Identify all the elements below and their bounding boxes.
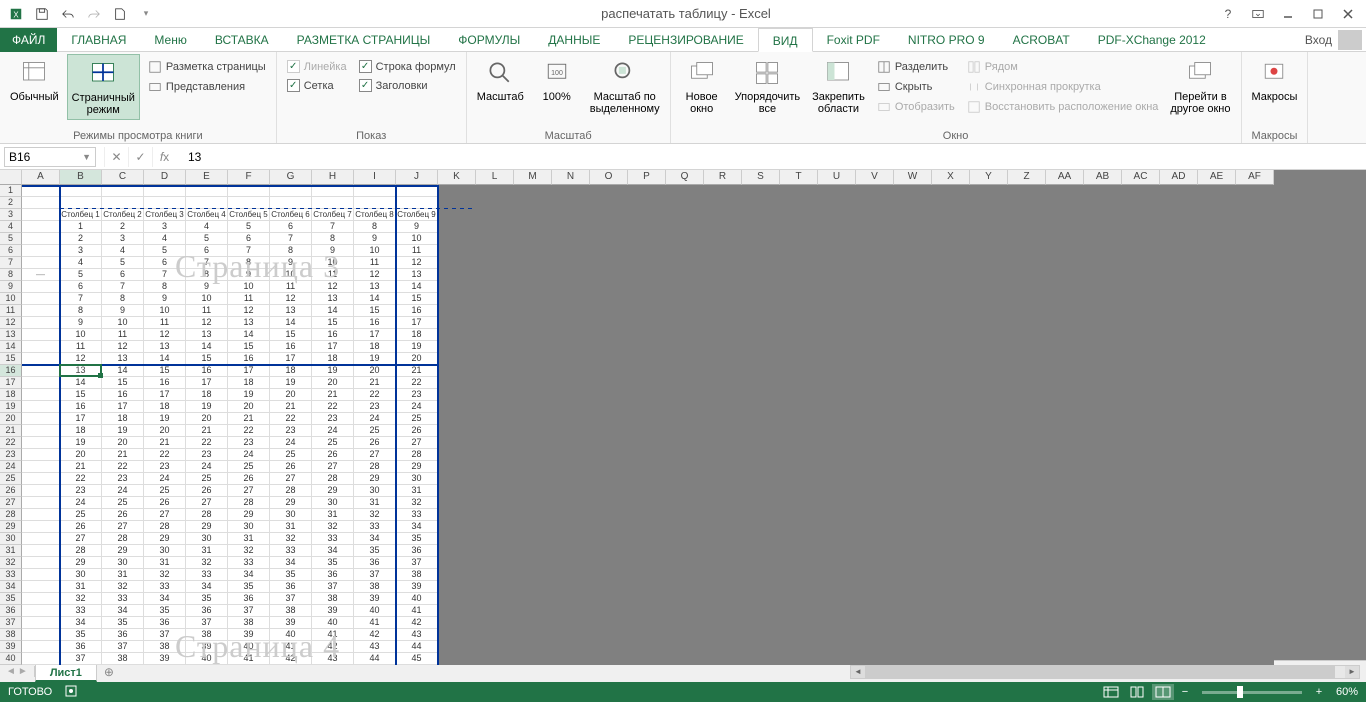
tab-menu[interactable]: Меню bbox=[140, 28, 200, 52]
close-icon[interactable] bbox=[1334, 3, 1362, 25]
row-headers[interactable]: 1234567891011121314151617181920212223242… bbox=[0, 185, 22, 665]
ruler-checkbox: Линейка bbox=[283, 58, 351, 75]
horizontal-scrollbar[interactable]: ◄ ► bbox=[850, 665, 1360, 679]
tab-file[interactable]: ФАЙЛ bbox=[0, 28, 57, 52]
title-bar: X ▾ распечатать таблицу - Excel ? bbox=[0, 0, 1366, 28]
login-link[interactable]: Вход bbox=[1299, 33, 1338, 47]
reset-position-button: Восстановить расположение окна bbox=[963, 98, 1163, 116]
ribbon-options-icon[interactable] bbox=[1244, 3, 1272, 25]
macros-button[interactable]: Макросы bbox=[1248, 54, 1302, 106]
status-text: ГОТОВО bbox=[8, 686, 52, 698]
zoom-out-button[interactable]: − bbox=[1178, 686, 1192, 698]
redo-icon[interactable] bbox=[82, 3, 106, 25]
status-bar: ГОТОВО − + 60% bbox=[0, 682, 1366, 702]
unhide-button: Отобразить bbox=[873, 98, 959, 116]
hide-button[interactable]: Скрыть bbox=[873, 78, 959, 96]
tab-pdfx[interactable]: PDF-XChange 2012 bbox=[1084, 28, 1220, 52]
group-label-window: Окно bbox=[677, 129, 1235, 143]
tab-nitro[interactable]: NITRO PRO 9 bbox=[894, 28, 999, 52]
zoom-slider[interactable] bbox=[1202, 691, 1302, 694]
tab-foxit[interactable]: Foxit PDF bbox=[813, 28, 894, 52]
minimize-icon[interactable] bbox=[1274, 3, 1302, 25]
sync-scroll-button: Синхронная прокрутка bbox=[963, 78, 1163, 96]
excel-icon[interactable]: X bbox=[4, 3, 28, 25]
formulabar-checkbox[interactable]: Строка формул bbox=[355, 58, 460, 75]
ribbon: Обычный Страничный режим Разметка страни… bbox=[0, 52, 1366, 144]
page-layout-button[interactable]: Разметка страницы bbox=[144, 58, 270, 76]
tab-pagelayout[interactable]: РАЗМЕТКА СТРАНИЦЫ bbox=[283, 28, 445, 52]
group-label-macros: Макросы bbox=[1248, 129, 1302, 143]
cells-area[interactable]: Столбец 1Столбец 2Столбец 3Столбец 4Стол… bbox=[22, 185, 1274, 665]
sheet-nav[interactable]: ◄► bbox=[0, 666, 35, 677]
side-by-side-button: Рядом bbox=[963, 58, 1163, 76]
user-avatar[interactable] bbox=[1338, 30, 1362, 50]
spreadsheet-grid[interactable]: ABCDEFGHIJKLMNOPQRSTUVWXYZAAABACADAEAF 1… bbox=[0, 170, 1366, 660]
arrange-all-button[interactable]: Упорядочить все bbox=[731, 54, 804, 118]
formula-bar: B16▼ ✕ ✓ fx bbox=[0, 144, 1366, 170]
freeze-panes-button[interactable]: Закрепить области bbox=[808, 54, 869, 118]
custom-views-button[interactable]: Представления bbox=[144, 78, 270, 96]
enter-icon[interactable]: ✓ bbox=[128, 147, 152, 167]
zoom-button[interactable]: Масштаб bbox=[473, 54, 528, 106]
new-window-button[interactable]: Новое окно bbox=[677, 54, 727, 118]
formula-input[interactable] bbox=[184, 147, 1362, 167]
tab-home[interactable]: ГЛАВНАЯ bbox=[57, 28, 140, 52]
tab-acrobat[interactable]: ACROBAT bbox=[999, 28, 1084, 52]
undo-icon[interactable] bbox=[56, 3, 80, 25]
switch-windows-button[interactable]: Перейти в другое окно bbox=[1166, 54, 1234, 118]
tab-view[interactable]: ВИД bbox=[758, 28, 813, 52]
gridlines-checkbox[interactable]: Сетка bbox=[283, 77, 351, 94]
window-title: распечатать таблицу - Excel bbox=[158, 6, 1214, 21]
tab-data[interactable]: ДАННЫЕ bbox=[534, 28, 614, 52]
zoom-level[interactable]: 60% bbox=[1336, 686, 1358, 698]
ribbon-tabs: ФАЙЛ ГЛАВНАЯ Меню ВСТАВКА РАЗМЕТКА СТРАН… bbox=[0, 28, 1366, 52]
select-all-corner[interactable] bbox=[0, 170, 22, 185]
quick-access-toolbar: X ▾ bbox=[4, 3, 158, 25]
split-button[interactable]: Разделить bbox=[873, 58, 959, 76]
zoom-in-button[interactable]: + bbox=[1312, 686, 1326, 698]
group-label-zoom: Масштаб bbox=[473, 129, 664, 143]
svg-text:X: X bbox=[13, 10, 19, 19]
page-break-view-button[interactable]: Страничный режим bbox=[67, 54, 140, 120]
page-break-view-icon[interactable] bbox=[1152, 684, 1174, 700]
zoom-selection-button[interactable]: Масштаб по выделенному bbox=[586, 54, 664, 118]
normal-view-button[interactable]: Обычный bbox=[6, 54, 63, 106]
fx-icon[interactable]: fx bbox=[152, 147, 176, 167]
group-label-views: Режимы просмотра книги bbox=[6, 129, 270, 143]
tab-formulas[interactable]: ФОРМУЛЫ bbox=[444, 28, 534, 52]
maximize-icon[interactable] bbox=[1304, 3, 1332, 25]
tab-review[interactable]: РЕЦЕНЗИРОВАНИЕ bbox=[614, 28, 757, 52]
qat-dropdown-icon[interactable]: ▾ bbox=[134, 3, 158, 25]
normal-view-icon[interactable] bbox=[1100, 684, 1122, 700]
svg-text:100: 100 bbox=[551, 70, 563, 77]
help-icon[interactable]: ? bbox=[1214, 3, 1242, 25]
cancel-icon[interactable]: ✕ bbox=[104, 147, 128, 167]
zoom-100-button[interactable]: 100100% bbox=[532, 54, 582, 106]
headings-checkbox[interactable]: Заголовки bbox=[355, 77, 460, 94]
tab-insert[interactable]: ВСТАВКА bbox=[201, 28, 283, 52]
page-layout-view-icon[interactable] bbox=[1126, 684, 1148, 700]
record-macro-icon[interactable] bbox=[64, 684, 78, 701]
column-headers[interactable]: ABCDEFGHIJKLMNOPQRSTUVWXYZAAABACADAEAF bbox=[22, 170, 1274, 185]
save-icon[interactable] bbox=[30, 3, 54, 25]
name-box[interactable]: B16▼ bbox=[4, 147, 96, 167]
add-sheet-button[interactable]: ⊕ bbox=[97, 665, 121, 679]
new-doc-icon[interactable] bbox=[108, 3, 132, 25]
group-label-show: Показ bbox=[283, 129, 460, 143]
